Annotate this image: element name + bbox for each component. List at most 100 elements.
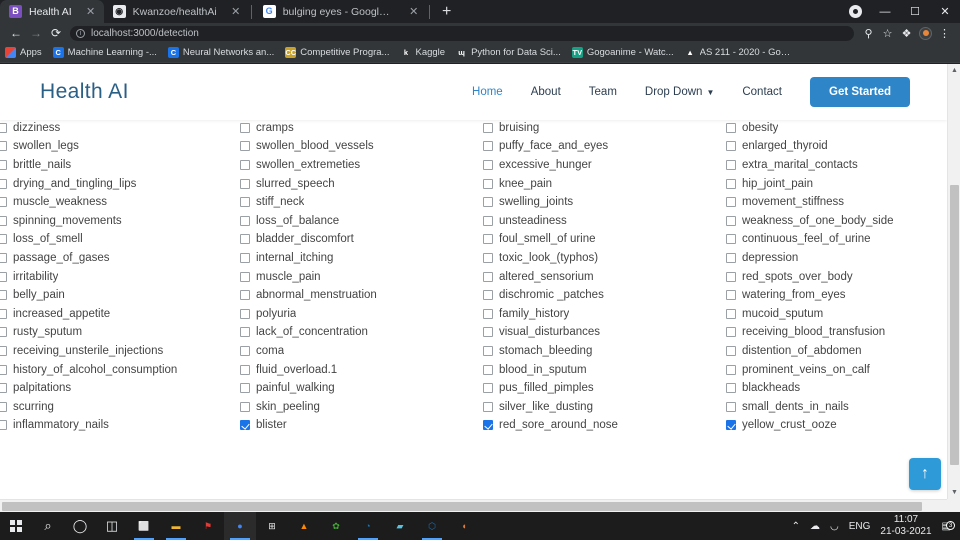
symptom-checkbox-row[interactable]: scurring [0, 398, 240, 417]
symptom-checkbox-row[interactable]: foul_smell_of urine [483, 230, 726, 249]
symptom-checkbox-row[interactable]: swollen_blood_vessels [240, 137, 483, 156]
checkbox-unchecked[interactable] [726, 253, 736, 264]
checkbox-unchecked[interactable] [0, 401, 7, 412]
horizontal-scrollbar-thumb[interactable] [2, 502, 922, 511]
symptom-checkbox-row[interactable]: mucoid_sputum [726, 305, 947, 324]
checkbox-unchecked[interactable] [483, 383, 493, 394]
symptom-checkbox-row[interactable]: passage_of_gases [0, 249, 240, 268]
notification-center-button[interactable]: ▤ 3 [937, 520, 956, 532]
checkbox-unchecked[interactable] [240, 178, 250, 189]
menu-kebab-icon[interactable]: ⋮ [935, 24, 954, 43]
checkbox-unchecked[interactable] [483, 401, 493, 412]
taskbar-app-anaconda[interactable]: ✿ [320, 512, 352, 540]
symptom-checkbox-row[interactable]: yellow_crust_ooze [726, 416, 947, 435]
checkbox-unchecked[interactable] [726, 401, 736, 412]
bookmark-item[interactable]: k Kaggle [400, 47, 445, 58]
checkbox-unchecked[interactable] [483, 197, 493, 208]
symptom-checkbox-row[interactable]: puffy_face_and_eyes [483, 137, 726, 156]
checkbox-unchecked[interactable] [483, 271, 493, 282]
symptom-checkbox-row[interactable]: internal_itching [240, 249, 483, 268]
symptom-checkbox-row[interactable]: blackheads [726, 379, 947, 398]
horizontal-scrollbar[interactable]: ▶ [0, 499, 960, 512]
symptom-checkbox-row[interactable]: skin_peeling [240, 398, 483, 417]
symptom-checkbox-row[interactable]: visual_disturbances [483, 323, 726, 342]
checkbox-unchecked[interactable] [726, 122, 736, 133]
checkbox-unchecked[interactable] [483, 290, 493, 301]
symptom-checkbox-row[interactable]: blister [240, 416, 483, 435]
wifi-icon[interactable]: ◡ [825, 521, 844, 532]
symptom-checkbox-row[interactable]: prominent_veins_on_calf [726, 360, 947, 379]
bookmark-item[interactable]: CC Competitive Progra... [285, 47, 389, 58]
browser-tab-2[interactable]: G bulging eyes - Google Search ✕ [254, 0, 427, 23]
checkbox-unchecked[interactable] [483, 234, 493, 245]
checkbox-unchecked[interactable] [726, 327, 736, 338]
checkbox-checked[interactable] [240, 420, 250, 431]
checkbox-unchecked[interactable] [726, 215, 736, 226]
checkbox-unchecked[interactable] [726, 141, 736, 152]
checkbox-unchecked[interactable] [483, 346, 493, 357]
symptom-checkbox-row[interactable]: bruising [483, 120, 726, 137]
checkbox-unchecked[interactable] [0, 197, 7, 208]
checkbox-unchecked[interactable] [0, 215, 7, 226]
checkbox-checked[interactable] [726, 420, 736, 431]
checkbox-unchecked[interactable] [0, 160, 7, 171]
checkbox-unchecked[interactable] [0, 308, 7, 319]
checkbox-unchecked[interactable] [240, 346, 250, 357]
symptom-checkbox-row[interactable]: red_spots_over_body [726, 267, 947, 286]
bookmark-star-icon[interactable]: ☆ [878, 24, 897, 43]
taskbar-app-pycharm[interactable]: ⬜ [128, 512, 160, 540]
symptom-checkbox-row[interactable]: family_history [483, 305, 726, 324]
checkbox-unchecked[interactable] [0, 327, 7, 338]
symptom-checkbox-row[interactable]: weakness_of_one_body_side [726, 212, 947, 231]
cortana-button[interactable]: ◯ [64, 512, 96, 540]
symptom-checkbox-row[interactable]: extra_marital_contacts [726, 156, 947, 175]
symptom-checkbox-row[interactable]: red_sore_around_nose [483, 416, 726, 435]
symptom-checkbox-row[interactable]: abnormal_menstruation [240, 286, 483, 305]
symptom-checkbox-row[interactable]: cramps [240, 120, 483, 137]
scroll-down-icon[interactable]: ▼ [948, 486, 960, 499]
bookmark-item[interactable]: TV Gogoanime - Watc... [571, 47, 674, 58]
symptom-checkbox-row[interactable]: brittle_nails [0, 156, 240, 175]
reload-icon[interactable]: ⟳ [46, 23, 66, 43]
checkbox-unchecked[interactable] [0, 253, 7, 264]
checkbox-unchecked[interactable] [726, 234, 736, 245]
symptom-checkbox-row[interactable]: painful_walking [240, 379, 483, 398]
checkbox-unchecked[interactable] [726, 290, 736, 301]
taskbar-app-gifts[interactable]: ⚑ [192, 512, 224, 540]
checkbox-unchecked[interactable] [240, 197, 250, 208]
symptom-checkbox-row[interactable]: muscle_weakness [0, 193, 240, 212]
symptom-checkbox-row[interactable]: altered_sensorium [483, 267, 726, 286]
clock[interactable]: 11:07 21-03-2021 [875, 514, 936, 539]
checkbox-unchecked[interactable] [483, 141, 493, 152]
taskbar-app-store[interactable]: ⊞ [256, 512, 288, 540]
taskbar-app-octave[interactable]: ◖ [448, 512, 480, 540]
symptom-checkbox-row[interactable]: excessive_hunger [483, 156, 726, 175]
symptom-checkbox-row[interactable]: toxic_look_(typhos) [483, 249, 726, 268]
checkbox-unchecked[interactable] [483, 253, 493, 264]
close-window-button[interactable]: ✕ [930, 0, 960, 23]
bookmark-item[interactable]: ▲ AS 211 - 2020 - Goo... [685, 47, 793, 58]
checkbox-unchecked[interactable] [483, 122, 493, 133]
page-info-icon[interactable]: i [76, 28, 85, 38]
checkbox-unchecked[interactable] [240, 401, 250, 412]
search-button[interactable]: ⌕ [32, 512, 64, 540]
checkbox-unchecked[interactable] [240, 271, 250, 282]
tray-expand-icon[interactable]: ⌃ [787, 521, 805, 532]
checkbox-unchecked[interactable] [0, 122, 7, 133]
vertical-scrollbar-thumb[interactable] [950, 185, 959, 465]
symptom-checkbox-row[interactable]: polyuria [240, 305, 483, 324]
taskbar-app-remote-desktop[interactable]: ▰ [384, 512, 416, 540]
checkbox-unchecked[interactable] [240, 253, 250, 264]
symptom-checkbox-row[interactable]: watering_from_eyes [726, 286, 947, 305]
checkbox-unchecked[interactable] [0, 383, 7, 394]
zoom-icon[interactable]: ⚲ [859, 24, 878, 43]
checkbox-unchecked[interactable] [240, 327, 250, 338]
symptom-checkbox-row[interactable]: pus_filled_pimples [483, 379, 726, 398]
symptom-checkbox-row[interactable]: continuous_feel_of_urine [726, 230, 947, 249]
symptom-checkbox-row[interactable]: knee_pain [483, 174, 726, 193]
bookmark-item[interactable]: C Machine Learning -... [52, 47, 157, 58]
checkbox-unchecked[interactable] [726, 178, 736, 189]
symptom-checkbox-row[interactable]: fluid_overload.1 [240, 360, 483, 379]
browser-tab-1[interactable]: ◉ Kwanzoe/healthAi ✕ [104, 0, 249, 23]
scroll-up-icon[interactable]: ▲ [948, 64, 960, 77]
